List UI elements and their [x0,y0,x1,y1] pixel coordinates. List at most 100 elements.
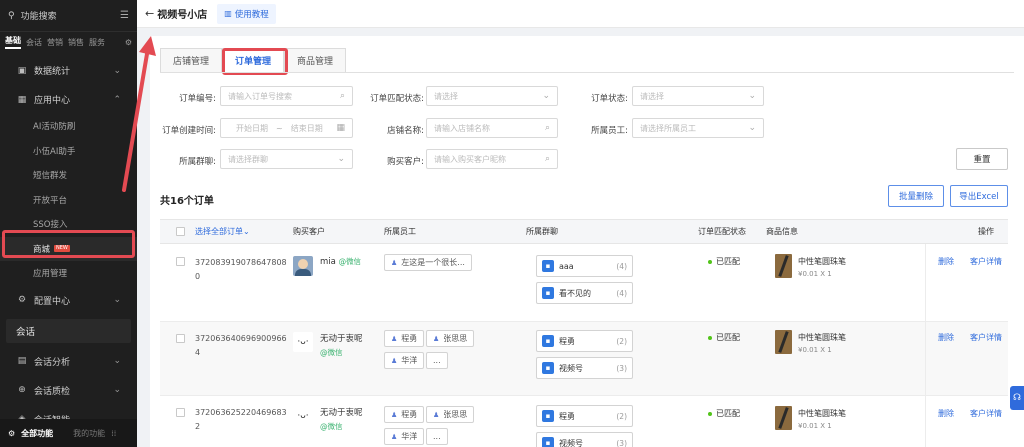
table-row: 3720636252204696832 ·ᴗ· 无动于衷呢 @微信 ♟ 程勇 ♟ 张… [160,396,1008,447]
sidebar-subitem-sms[interactable]: 短信群发 [0,163,137,188]
order-number: 3720636252204696832 [195,408,287,431]
sidebar-tab-marketing[interactable]: 营销 [47,37,63,48]
customer-detail-link[interactable]: 客户详情 [970,408,1002,419]
book-icon: ▥ [224,9,232,18]
chevron-down-icon: ⌄ [113,65,121,76]
search-input[interactable]: 功能搜索 [21,9,120,22]
select-all-label: 选择全部订单 [195,227,243,236]
row-checkbox[interactable] [176,257,185,266]
employee-tag: ♟ 左这是一个很长... [384,254,472,271]
chevron-down-icon: ⌄ [542,91,550,101]
chevron-down-icon: ⌄ [113,295,121,305]
sidebar-tab-chat[interactable]: 会话 [26,37,42,48]
customer-detail-link[interactable]: 客户详情 [970,332,1002,343]
all-functions-button[interactable]: 全部功能 [21,428,53,439]
status-text: 已匹配 [716,257,740,266]
page-title: 视频号小店 [157,10,208,21]
customer-name: 无动于衷呢 [320,334,363,344]
date-separator: ~ [276,123,283,133]
customer-name-text: mia [320,257,336,267]
group-name: 程勇 [559,336,575,346]
more-employees-button[interactable]: ... [426,428,448,445]
settings-icon[interactable]: ⚙ [125,38,132,47]
col-group: 所属群聊 [526,227,558,236]
sidebar-item-chat-analysis[interactable]: ▤ 会话分析 ⌄ [0,347,137,376]
match-status-select[interactable]: 请选择 ⌄ [426,86,558,106]
sidebar-footer: ⚙ 全部功能 我的功能 ⁞⁞ [0,419,137,447]
wechat-tag: @微信 [338,257,362,266]
my-functions-button[interactable]: 我的功能 [73,428,105,439]
batch-delete-button[interactable]: 批量删除 [888,185,944,207]
person-icon: ♟ [433,410,440,419]
employee-name: 华洋 [401,432,418,441]
wechat-tag: @微信 [320,422,343,431]
column-divider [925,396,926,447]
sidebar-subitem-open-platform[interactable]: 开放平台 [0,188,137,213]
order-status-select[interactable]: 请选择 ⌄ [632,86,764,106]
sidebar-tab-basic[interactable]: 基础 [5,35,21,49]
group-count: (4) [616,261,627,271]
match-status-label: 订单匹配状态: [370,94,424,104]
sidebar-item-label: 应用中心 [34,96,71,106]
sidebar-tab-sales[interactable]: 销售 [68,37,84,48]
product-price: ¥0.01 X 1 [798,346,832,354]
order-status-label: 订单状态: [591,94,628,104]
sidebar-search[interactable]: ⚲ 功能搜索 ☰ [0,0,137,32]
search-icon: ⌕ [544,123,550,133]
order-no-input[interactable]: 请输入订单号搜索 ⌕ [220,86,353,106]
back-arrow-icon[interactable]: ← [145,7,154,20]
tab-product-manage[interactable]: 商品管理 [284,48,347,72]
chat-icon: ▤ [17,356,27,366]
tab-shop-manage[interactable]: 店铺管理 [160,48,223,72]
group-chat-select[interactable]: 请选择群聊 ⌄ [220,149,353,169]
avatar: ·ᴗ· [293,406,313,426]
sidebar-subitem-app-manage[interactable]: 应用管理 [0,261,137,286]
sidebar-item-config[interactable]: ⚙ 配置中心 ⌄ [0,286,137,315]
sidebar-tab-service[interactable]: 服务 [89,37,105,48]
date-range-picker[interactable]: 开始日期 ~ 结束日期 ▦ [220,118,353,138]
row-checkbox[interactable] [176,408,185,417]
product-image [775,254,792,278]
person-icon: ♟ [433,334,440,343]
group-name: 程勇 [559,411,575,421]
sidebar-subitem-ai-assistant[interactable]: 小伍AI助手 [0,139,137,164]
sidebar-item-stats[interactable]: ▣ 数据统计 ⌄ [0,56,137,85]
customer-placeholder: 请输入购买客户昵称 [434,154,506,164]
menu-collapse-icon[interactable]: ☰ [120,10,129,21]
headset-icon[interactable]: ☊ [1010,386,1024,410]
employee-label: 所属员工: [591,126,628,136]
delete-link[interactable]: 删除 [938,332,954,343]
status-text: 已匹配 [716,409,740,418]
group-name: aaa [559,261,574,271]
employee-select[interactable]: 请选择所属员工 ⌄ [632,118,764,138]
sidebar-item-chat-quality[interactable]: ⊕ 会话质检 ⌄ [0,376,137,405]
chevron-down-icon: ⌄ [748,91,756,101]
employee-name: 华洋 [401,356,418,365]
group-count: (2) [616,411,627,421]
select-all-checkbox[interactable] [176,227,185,236]
created-time-label: 订单创建时间: [162,126,216,136]
customer-input[interactable]: 请输入购买客户昵称 ⌕ [426,149,558,169]
employee-placeholder: 请选择所属员工 [640,123,696,133]
reset-button[interactable]: 重置 [956,148,1008,170]
row-checkbox[interactable] [176,334,185,343]
customer-detail-link[interactable]: 客户详情 [970,256,1002,267]
sidebar-section-chat: 会话 [6,318,131,343]
group-icon: ▪ [542,437,554,447]
status-dot [708,411,712,416]
sidebar-subitem-ai-antifraud[interactable]: AI活动防刷 [0,114,137,139]
order-status-placeholder: 请选择 [640,91,664,101]
search-icon: ⊕ [18,385,26,395]
shop-name-input[interactable]: 请输入店铺名称 ⌕ [426,118,558,138]
select-all-orders-dropdown[interactable]: 选择全部订单⌄ [195,226,250,237]
employee-name: 程勇 [401,334,418,343]
order-number: 3720636406969009664 [195,334,287,357]
sidebar-item-app-center[interactable]: ▦ 应用中心 ⌃ [0,85,137,114]
delete-link[interactable]: 删除 [938,256,954,267]
export-excel-button[interactable]: 导出Excel [950,185,1008,207]
employee-tag: ♟ 华洋 [384,352,425,369]
tutorial-button[interactable]: ▥ 使用教程 [217,3,276,24]
more-employees-button[interactable]: ... [426,352,448,369]
delete-link[interactable]: 删除 [938,408,954,419]
employee-name: 左这是一个很长... [401,258,465,267]
